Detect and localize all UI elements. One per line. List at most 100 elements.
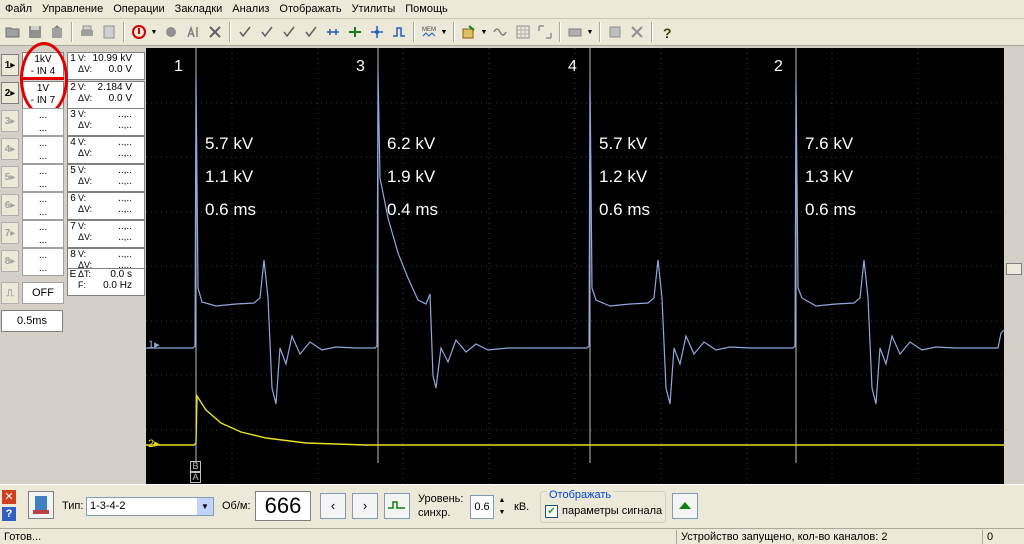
- trigger-off-button[interactable]: OFF: [22, 282, 64, 304]
- channel-8-scale: ...: [38, 250, 48, 261]
- channel-3-range[interactable]: ......: [22, 108, 64, 136]
- menu-utilities[interactable]: Утилиты: [347, 0, 401, 19]
- tools-close-icon[interactable]: [626, 22, 647, 43]
- vertical-marker-handle[interactable]: [1006, 263, 1022, 275]
- menu-file[interactable]: Файл: [0, 0, 37, 19]
- menu-analysis[interactable]: Анализ: [227, 0, 274, 19]
- peak-voltage: 5.7 kV: [205, 134, 254, 153]
- memory-icon[interactable]: MEM: [418, 22, 439, 43]
- help-icon[interactable]: ?: [656, 22, 677, 43]
- channel-5-measurements: 5 V:..,.. ΔV:..,..: [67, 164, 145, 192]
- channel-7-button[interactable]: 7 ▸: [1, 222, 19, 244]
- check-2-icon[interactable]: [256, 22, 277, 43]
- channel-6-measurements: 6 V:..,.. ΔV:..,..: [67, 192, 145, 220]
- device-icon[interactable]: [564, 22, 585, 43]
- save-icon[interactable]: [24, 22, 45, 43]
- channel-6-range[interactable]: ......: [22, 192, 64, 220]
- tools-icon[interactable]: [204, 22, 225, 43]
- wave-icon[interactable]: [490, 22, 511, 43]
- record-icon[interactable]: [160, 22, 181, 43]
- record-dropdown-icon[interactable]: ▼: [150, 22, 158, 43]
- channel-3-input: ...: [38, 123, 48, 134]
- channel-3-measurements: 3 V:..,.. ΔV:..,..: [67, 108, 145, 136]
- channel-3-voltage: ..,..: [118, 109, 132, 120]
- marker-icon[interactable]: [182, 22, 203, 43]
- channel-8-button[interactable]: 8 ▸: [1, 250, 19, 272]
- cursor-b-marker[interactable]: B: [190, 461, 201, 472]
- fullscreen-icon[interactable]: [534, 22, 555, 43]
- cursor-step-icon[interactable]: [388, 22, 409, 43]
- grid-icon[interactable]: [512, 22, 533, 43]
- channel-2-marker[interactable]: 2▸: [148, 437, 160, 450]
- channel-5-delta-voltage: ..,..: [118, 176, 132, 187]
- settings-icon[interactable]: [604, 22, 625, 43]
- right-scroll-strip[interactable]: [1004, 48, 1024, 484]
- cursor-a-marker[interactable]: A: [190, 472, 201, 483]
- channel-4-button[interactable]: 4 ▸: [1, 138, 19, 160]
- chevron-down-icon[interactable]: ▼: [197, 498, 213, 515]
- channel-2-input: - IN 7: [30, 95, 56, 106]
- stop-record-icon[interactable]: [128, 22, 149, 43]
- channel-1-scale: 1kV: [34, 54, 52, 65]
- channel-4-scale: ...: [38, 138, 48, 149]
- channel-6-button[interactable]: 6 ▸: [1, 194, 19, 216]
- cursor-move-icon[interactable]: [344, 22, 365, 43]
- channel-1-marker[interactable]: 1▸: [148, 338, 160, 351]
- print-icon[interactable]: [76, 22, 97, 43]
- channel-5-range[interactable]: ......: [22, 164, 64, 192]
- cursor-align-icon[interactable]: [366, 22, 387, 43]
- params-checkbox[interactable]: ✔: [545, 505, 558, 518]
- channel-2-button[interactable]: 2 ▸: [1, 82, 19, 104]
- type-select[interactable]: 1-3-4-2 ▼: [86, 497, 214, 516]
- help-small-icon[interactable]: ?: [2, 507, 16, 521]
- channel-5-input: ...: [38, 179, 48, 190]
- check-3-icon[interactable]: [278, 22, 299, 43]
- channel-3-button[interactable]: 3 ▸: [1, 110, 19, 132]
- save-as-icon[interactable]: [46, 22, 67, 43]
- menu-operations[interactable]: Операции: [108, 0, 169, 19]
- channel-4-range[interactable]: ......: [22, 136, 64, 164]
- up-arrow-button[interactable]: [672, 493, 698, 519]
- device-dropdown-icon[interactable]: ▼: [586, 22, 594, 43]
- channel-8-input: ...: [38, 263, 48, 274]
- scope-display[interactable]: 1 5.7 kV 1.1 kV 0.6 ms 3 6.2 kV 1.9 kV 0.…: [146, 48, 1004, 484]
- channel-1-range[interactable]: 1kV - IN 4: [22, 52, 64, 80]
- menu-help[interactable]: Помощь: [400, 0, 453, 19]
- memory-dropdown-icon[interactable]: ▼: [440, 22, 448, 43]
- engine-icon[interactable]: [28, 491, 54, 519]
- channel-8-range[interactable]: ......: [22, 248, 64, 276]
- next-button[interactable]: ›: [352, 493, 378, 519]
- close-icon[interactable]: ✕: [2, 490, 16, 504]
- check-1-icon[interactable]: [234, 22, 255, 43]
- channel-2-range[interactable]: 1V - IN 7: [22, 81, 64, 109]
- level-spinner[interactable]: ▲ ▼: [496, 495, 508, 519]
- channel-7-scale: ...: [38, 222, 48, 233]
- channel-panel: 1 ▸ 1kV - IN 4 1 V: 10.99 kV ΔV: 0.0 V 2 ▸ 1V -…: [0, 42, 146, 484]
- cursor-fit-icon[interactable]: [322, 22, 343, 43]
- rpm-value: 666: [255, 491, 311, 521]
- channel-1-voltage: 10.99 kV: [92, 53, 132, 64]
- export-dropdown-icon[interactable]: ▼: [480, 22, 488, 43]
- channel-1-button[interactable]: 1 ▸: [1, 54, 19, 76]
- prev-button[interactable]: ‹: [320, 493, 346, 519]
- trigger-mode-icon[interactable]: ⎍: [1, 282, 19, 304]
- channel-7-voltage: ..,..: [118, 221, 132, 232]
- params-label: параметры сигнала: [562, 505, 663, 517]
- channel-4-voltage: ..,..: [118, 137, 132, 148]
- check-4-icon[interactable]: [300, 22, 321, 43]
- cylinder-label: 4: [568, 58, 577, 75]
- timebase-field[interactable]: 0.5ms: [1, 310, 63, 332]
- channel-1-measurements: 1 V: 10.99 kV ΔV: 0.0 V: [67, 52, 145, 80]
- menu-bookmarks[interactable]: Закладки: [170, 0, 228, 19]
- channel-1-underline: [22, 77, 64, 80]
- channel-5-button[interactable]: 5 ▸: [1, 166, 19, 188]
- channel-7-range[interactable]: ......: [22, 220, 64, 248]
- menu-control[interactable]: Управление: [37, 0, 108, 19]
- export-icon[interactable]: [458, 22, 479, 43]
- open-folder-icon[interactable]: [2, 22, 23, 43]
- cylinder-label: 1: [174, 58, 183, 75]
- pulse-trigger-icon[interactable]: [384, 493, 410, 519]
- print-preview-icon[interactable]: [98, 22, 119, 43]
- level-input[interactable]: 0.6: [470, 495, 494, 519]
- menu-view[interactable]: Отображать: [274, 0, 346, 19]
